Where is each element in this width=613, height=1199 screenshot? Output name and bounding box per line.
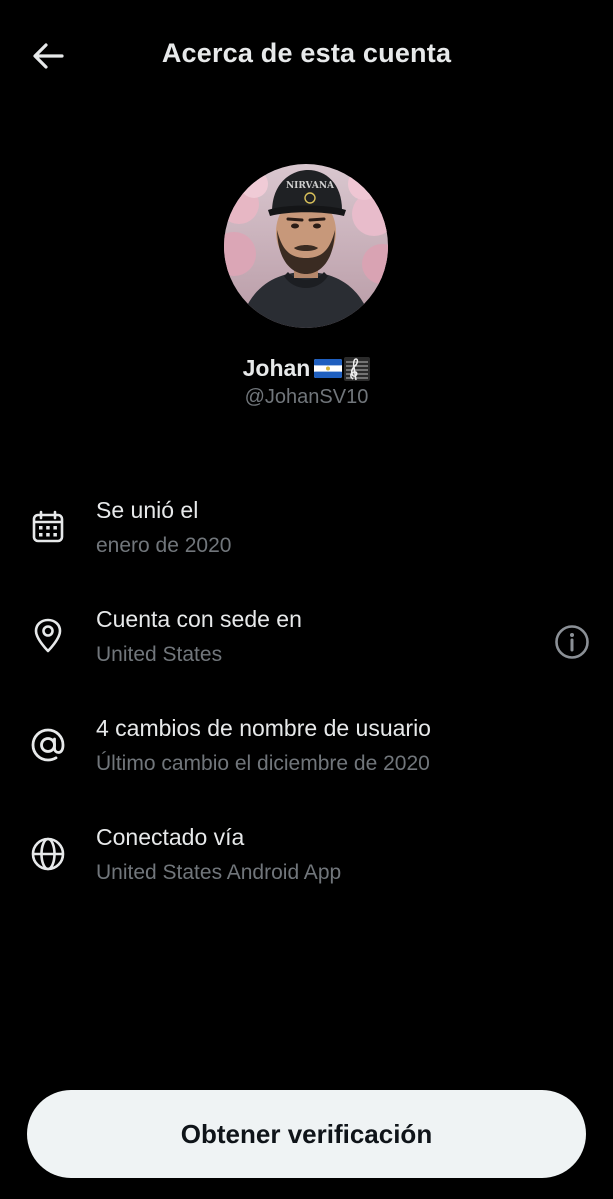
info-row-joined: Se unió el enero de 2020 [0,497,613,577]
info-row-connected-via: Conectado vía United States Android App [0,824,613,904]
location-label: Cuenta con sede en [96,606,302,632]
joined-label: Se unió el [96,497,199,523]
info-icon [555,625,589,659]
joined-date: enero de 2020 [96,534,232,557]
info-row-location: Cuenta con sede en United States [0,606,613,686]
display-name: Johan [0,355,613,382]
display-name-text: Johan [242,355,311,381]
get-verified-button[interactable]: Obtener verificación [27,1090,586,1178]
globe-icon [29,835,67,873]
music-staff-icon [344,356,371,381]
location-info-button[interactable] [552,622,592,662]
connected-via-value: United States Android App [96,861,342,884]
location-pin-icon [29,617,67,655]
connected-via-label: Conectado vía [96,824,245,850]
info-row-username-changes: 4 cambios de nombre de usuario Último ca… [0,715,613,795]
location-value: United States [96,643,223,666]
avatar: NIRVANA [224,164,388,328]
username-handle: @JohanSV10 [244,386,369,408]
el-salvador-flag-icon [314,359,343,378]
calendar-icon [29,508,67,546]
cap-text: NIRVANA [286,181,335,191]
username-changes-label: 4 cambios de nombre de usuario [96,715,431,741]
username-changes-detail: Último cambio el diciembre de 2020 [96,752,430,775]
page-title: Acerca de esta cuenta [161,38,452,68]
at-sign-icon [29,726,67,764]
top-bar: Acerca de esta cuenta [0,0,613,110]
